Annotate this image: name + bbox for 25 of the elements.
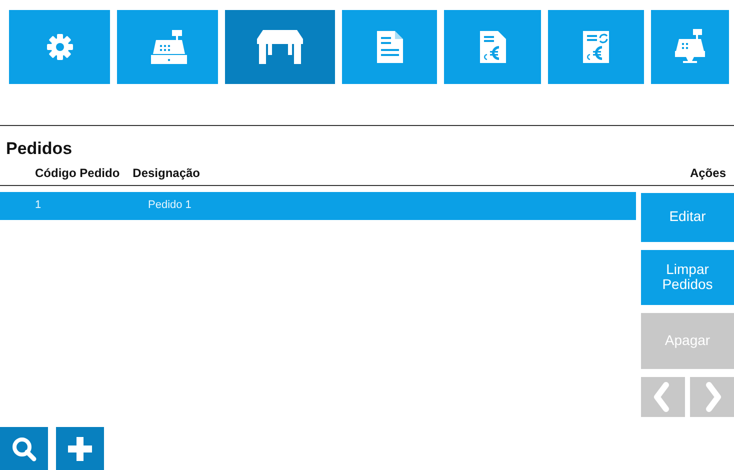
column-header: Ações (690, 164, 726, 182)
search-icon (11, 436, 37, 462)
document-icon (374, 29, 404, 65)
add-button[interactable] (56, 427, 104, 470)
table-cell-text: 1 (34, 198, 42, 214)
euro-document-icon (478, 29, 508, 65)
toolbar-button[interactable] (548, 10, 644, 84)
table-cell-text: Pedido 1 (148, 198, 192, 214)
table-row[interactable]: 1 Pedido 1 (0, 192, 636, 220)
plus-icon (67, 436, 93, 462)
search-button[interactable] (0, 427, 48, 470)
gear-icon (44, 32, 74, 62)
toolbar-button[interactable] (651, 10, 729, 84)
toolbar-button[interactable] (342, 10, 437, 84)
toolbar-button[interactable] (444, 10, 541, 84)
column-header: Designação (132, 164, 200, 182)
action-button[interactable]: Editar (641, 192, 734, 242)
column-header: Código Pedido (35, 164, 120, 182)
toolbar-button[interactable] (225, 10, 335, 84)
toolbar-button[interactable] (117, 10, 218, 84)
action-button[interactable]: Limpar Pedidos (641, 250, 734, 304)
toolbar-button[interactable] (9, 10, 110, 84)
table-icon (255, 28, 305, 66)
section-title: Pedidos (6, 138, 74, 160)
euro-document-icon (581, 29, 611, 65)
